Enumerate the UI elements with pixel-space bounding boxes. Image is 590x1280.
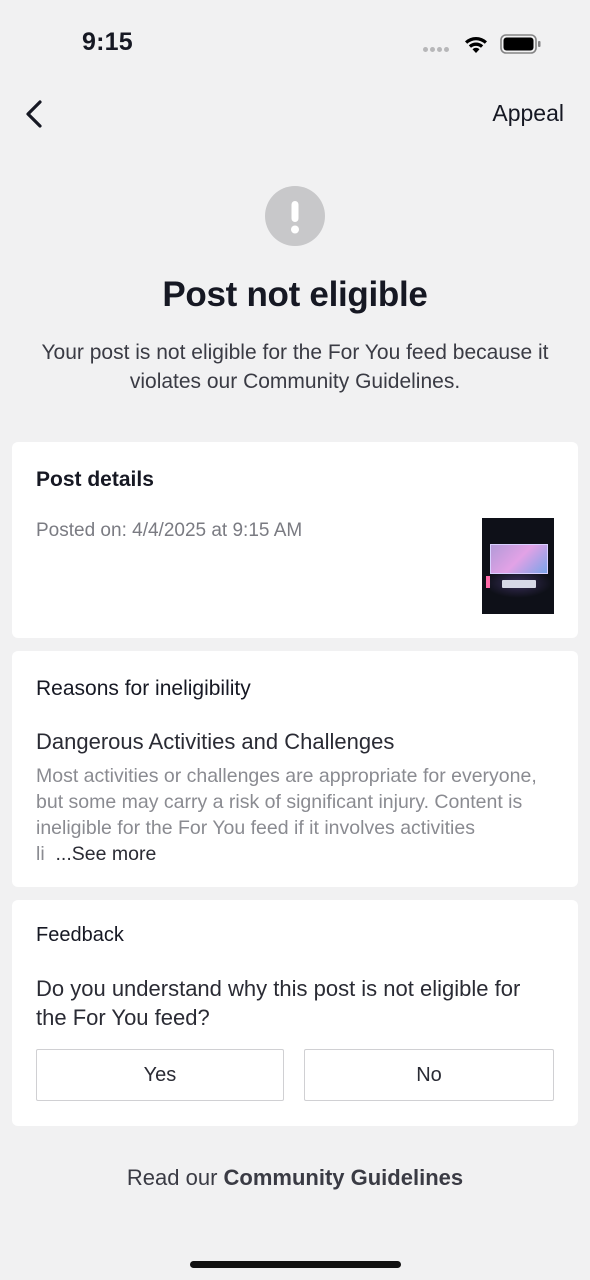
- status-bar: 9:15: [0, 0, 590, 88]
- post-details-heading: Post details: [36, 468, 154, 491]
- battery-icon: [500, 34, 541, 54]
- posted-on-text: Posted on: 4/4/2025 at 9:15 AM: [36, 520, 303, 541]
- feedback-heading: Feedback: [36, 924, 124, 946]
- footer-prefix: Read our: [126, 1165, 224, 1190]
- feedback-question: Do you understand why this post is not e…: [36, 976, 521, 1030]
- page-subtitle: Your post is not eligible for the For Yo…: [41, 341, 549, 393]
- feedback-card: Feedback Do you understand why this post…: [12, 900, 578, 1126]
- reasons-heading: Reasons for ineligibility: [36, 677, 251, 700]
- back-chevron-icon[interactable]: [20, 98, 52, 130]
- wifi-icon: [465, 37, 487, 53]
- reason-description: Most activities or challenges are approp…: [36, 763, 546, 867]
- signal-dots-icon: [423, 47, 453, 53]
- reason-title: Dangerous Activities and Challenges: [36, 729, 395, 754]
- community-guidelines-link[interactable]: Community Guidelines: [224, 1165, 464, 1190]
- see-more-link[interactable]: ...See more: [56, 843, 157, 865]
- status-time: 9:15: [82, 28, 133, 56]
- post-details-card: Post details Posted on: 4/4/2025 at 9:15…: [12, 442, 578, 638]
- appeal-button[interactable]: Appeal: [492, 100, 564, 127]
- exclamation-circle-icon: [265, 186, 325, 246]
- post-thumbnail[interactable]: [482, 518, 554, 614]
- reasons-card: Reasons for ineligibility Dangerous Acti…: [12, 651, 578, 887]
- yes-button[interactable]: Yes: [36, 1049, 284, 1101]
- no-button[interactable]: No: [304, 1049, 554, 1101]
- page-title: Post not eligible: [162, 275, 428, 314]
- home-indicator: [190, 1261, 401, 1268]
- footer-text: Read our Community Guidelines: [0, 1165, 590, 1191]
